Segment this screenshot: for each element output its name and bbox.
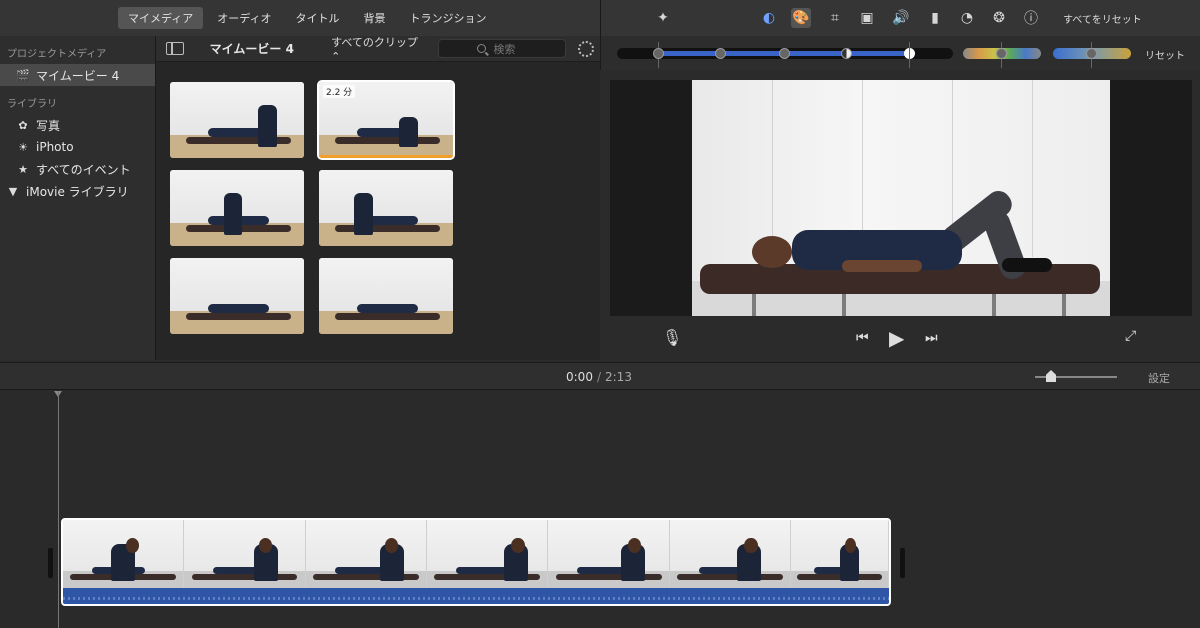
project-media-heading: プロジェクトメディア	[7, 49, 107, 60]
sidebar-item-label: マイムービー 4	[36, 68, 120, 83]
playhead[interactable]	[58, 391, 59, 628]
clapper-icon: 🎬	[16, 68, 30, 82]
current-time: 0:00	[566, 370, 593, 384]
clip-thumbnail[interactable]	[170, 170, 304, 246]
video-viewer[interactable]	[610, 80, 1192, 316]
tab-transitions[interactable]: トランジション	[399, 7, 496, 29]
filter-icon[interactable]: ❂	[989, 8, 1009, 28]
reset-all-button[interactable]: すべてをリセット	[1063, 11, 1142, 26]
clip-filter-select[interactable]: すべてのクリップ ⌃	[331, 34, 428, 63]
play-icon[interactable]: ▶	[889, 326, 904, 350]
clip-frame	[548, 520, 670, 588]
crop-icon[interactable]: ⌗	[825, 8, 845, 28]
contrast-knob[interactable]	[779, 48, 790, 59]
color-balance-icon[interactable]: ◐	[759, 8, 779, 28]
midtones-knob[interactable]	[841, 48, 852, 59]
sidebar-item-project[interactable]: 🎬 マイムービー 4	[0, 64, 155, 86]
speed-icon[interactable]: ◔	[957, 8, 977, 28]
clip-duration-badge: 2.2 分	[323, 85, 356, 98]
tab-audio[interactable]: オーディオ	[207, 7, 281, 29]
time-separator: /	[596, 370, 601, 384]
microphone-icon[interactable]: 🎙	[662, 328, 682, 347]
timeline-right-handle[interactable]	[900, 548, 905, 578]
search-input[interactable]: 検索	[438, 39, 567, 58]
timeline-settings-button[interactable]: 設定	[1148, 370, 1170, 386]
imovie-window: マイメディア オーディオ タイトル 背景 トランジション プロジェクトメディア …	[0, 0, 1200, 628]
clip-frame	[427, 520, 549, 588]
clip-filter-label: すべてのクリップ	[331, 36, 418, 49]
search-placeholder: 検索	[493, 42, 516, 56]
audio-waveform[interactable]	[63, 588, 889, 604]
playback-controls: 🎙 ⏮ ▶ ⏭ ⤢	[600, 322, 1200, 360]
sidebar-item-label: すべてのイベント	[36, 162, 131, 177]
clip-frame	[184, 520, 306, 588]
brightness-knob[interactable]	[715, 48, 726, 59]
selection-range-bar	[319, 155, 453, 158]
preview-frame	[692, 80, 1110, 316]
clip-thumbnail-selected[interactable]: 2.2 分	[317, 80, 455, 160]
sidebar-item-label: 写真	[36, 118, 61, 133]
clip-frame	[305, 520, 428, 588]
media-browser: マイムービー 4 すべてのクリップ ⌃ 検索 2.2 分	[155, 36, 600, 360]
skip-back-icon[interactable]: ⏮	[856, 330, 869, 346]
timeline-clip[interactable]	[61, 518, 891, 606]
total-time: 2:13	[605, 370, 632, 384]
tab-my-media[interactable]: マイメディア	[118, 7, 204, 29]
disclosure-triangle-icon[interactable]: ▼	[6, 185, 20, 198]
sidebar-item-label: iMovie ライブラリ	[26, 184, 129, 199]
library-sidebar: プロジェクトメディア 🎬 マイムービー 4 ライブラリ ✿ 写真 ☀ iPhot…	[0, 36, 155, 360]
fullscreen-icon[interactable]: ⤢	[1125, 328, 1136, 344]
timeline-header: 0:00/ 2:13 設定	[0, 362, 1200, 390]
shadows-knob[interactable]	[653, 48, 664, 59]
tab-titles[interactable]: タイトル	[285, 7, 349, 29]
info-icon[interactable]: ⓘ	[1021, 8, 1041, 28]
color-correction-icon[interactable]: 🎨	[791, 8, 811, 28]
iphoto-icon: ☀	[18, 140, 28, 154]
timecode: 0:00/ 2:13	[566, 370, 632, 384]
clip-frame	[791, 520, 889, 588]
project-timeline[interactable]	[0, 391, 1200, 628]
timeline-left-handle[interactable]	[48, 548, 53, 578]
gear-icon[interactable]	[578, 40, 594, 57]
color-adjust-row: リセット	[600, 36, 1200, 70]
reset-button[interactable]: リセット	[1145, 47, 1185, 62]
clip-thumbnail[interactable]	[170, 258, 304, 334]
star-icon: ★	[18, 162, 28, 176]
sidebar-item-photos[interactable]: ✿ 写真	[0, 114, 155, 136]
clip-frame	[669, 520, 792, 588]
tab-backgrounds[interactable]: 背景	[353, 7, 395, 29]
search-icon	[477, 44, 487, 53]
sidebar-item-iphoto[interactable]: ☀ iPhoto	[0, 136, 155, 158]
media-tab-bar: マイメディア オーディオ タイトル 背景 トランジション	[0, 0, 600, 36]
zoom-slider-knob[interactable]	[1046, 370, 1056, 382]
sidebar-item-label: iPhoto	[36, 140, 74, 154]
sidebar-item-all-events[interactable]: ★ すべてのイベント	[0, 158, 155, 180]
temperature-knob[interactable]	[1086, 48, 1097, 59]
equalizer-icon[interactable]: ▮	[925, 8, 945, 28]
stabilization-icon[interactable]: ▣	[857, 8, 877, 28]
inspector-toolbar: ✦ ◐ 🎨 ⌗ ▣ 🔊 ▮ ◔ ❂ ⓘ すべてをリセット	[600, 0, 1200, 36]
skip-forward-icon[interactable]: ⏭	[925, 330, 938, 346]
sidebar-item-imovie-library[interactable]: ▼ iMovie ライブラリ	[0, 180, 155, 202]
clip-frames	[63, 520, 889, 588]
clip-thumbnail[interactable]	[319, 170, 453, 246]
browser-toolbar: マイムービー 4 すべてのクリップ ⌃ 検索	[156, 34, 600, 63]
volume-icon[interactable]: 🔊	[891, 8, 911, 28]
photos-icon: ✿	[18, 118, 28, 132]
magic-wand-icon[interactable]: ✦	[653, 8, 673, 28]
library-heading: ライブラリ	[7, 99, 57, 110]
clip-frame	[63, 520, 185, 588]
sidebar-toggle-icon[interactable]	[166, 42, 184, 55]
saturation-knob[interactable]	[996, 48, 1007, 59]
clip-thumbnail[interactable]	[170, 82, 304, 158]
slider-divider	[909, 42, 910, 68]
project-title: マイムービー 4	[209, 42, 294, 56]
clip-thumbnail[interactable]	[319, 258, 453, 334]
